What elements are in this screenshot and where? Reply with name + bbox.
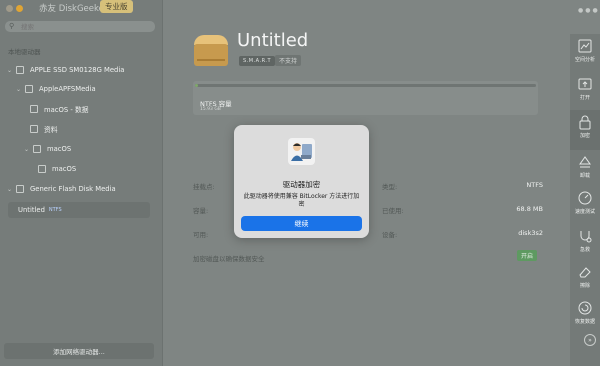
smart-status-badge: 不支持 (275, 55, 302, 66)
disk-icon (16, 185, 24, 193)
used-value: 68.8 MB (516, 205, 543, 213)
speed-test-icon (578, 191, 592, 205)
tool-first-aid[interactable]: 急救 (570, 224, 600, 264)
disk-icon (16, 66, 24, 74)
tool-label: 速度测试 (574, 209, 595, 215)
usage-card: NTFS 容量 15.93 GB (193, 81, 538, 115)
sidebar-item-apple-ssd[interactable]: ⌄ APPLE SSD SM0128G Media (7, 63, 124, 77)
type-value: NTFS (526, 181, 543, 189)
device-label: 设备: (382, 231, 398, 239)
drive-icon (194, 35, 228, 69)
sidebar-item-ziliao[interactable]: 资料 (30, 122, 58, 136)
first-aid-icon (580, 231, 592, 243)
recover-data-icon (578, 301, 592, 315)
volume-icon (30, 105, 38, 113)
space-analysis-icon (578, 39, 592, 53)
right-toolbar: 空间分析 打开 加密 卸载 速度测试 急救 擦除 恢复数据 (570, 34, 600, 366)
sidebar: 赤友 DiskGeeker 专业版 ⚲ 本地驱动器 ⌄ APPLE SSD SM… (0, 0, 163, 366)
tool-eject[interactable]: 卸载 (570, 150, 600, 190)
sidebar-item-label: Generic Flash Disk Media (30, 185, 116, 193)
sidebar-item-generic-flash[interactable]: ⌄ Generic Flash Disk Media (7, 182, 116, 196)
chevron-down-icon[interactable]: ⌄ (7, 67, 13, 74)
volume-icon (38, 165, 46, 173)
volume-icon (33, 145, 41, 153)
erase-icon (579, 267, 591, 278)
open-icon (578, 78, 592, 90)
sidebar-item-label: AppleAPFSMedia (39, 85, 96, 93)
tool-space-analysis[interactable]: 空间分析 (570, 34, 600, 74)
sidebar-item-label: Untitled (18, 206, 45, 214)
tool-speed-test[interactable]: 速度测试 (570, 186, 600, 226)
continue-button[interactable]: 继续 (241, 216, 362, 231)
usage-size: 15.93 GB (200, 107, 221, 112)
encrypt-dialog: 驱动器加密 此驱动器将使用兼容 BitLocker 方法进行加密 继续 (234, 125, 369, 238)
tool-label: 急救 (579, 247, 590, 253)
search-icon: ⚲ (9, 22, 15, 30)
sidebar-item-untitled[interactable]: Untitled NTFS (18, 203, 62, 217)
window-close-button[interactable] (6, 5, 13, 12)
tool-recover-data[interactable]: 恢复数据 (570, 296, 600, 336)
tool-label: 恢复数据 (574, 319, 595, 325)
tool-label: 打开 (579, 95, 590, 101)
expand-toolbar-button[interactable]: » (584, 334, 596, 346)
disk-icon (25, 85, 33, 93)
sidebar-item-label: macOS - 数据 (44, 106, 89, 114)
tool-label: 擦除 (579, 283, 590, 289)
tool-open[interactable]: 打开 (570, 72, 600, 112)
sidebar-item-label: 资料 (44, 126, 58, 134)
sidebar-item-label: macOS (47, 145, 72, 153)
sidebar-item-label: macOS (52, 165, 77, 173)
dialog-title: 驱动器加密 (282, 180, 321, 189)
volume-title: Untitled (237, 30, 309, 51)
smart-badge: S.M.A.R.T (239, 56, 276, 66)
pro-badge[interactable]: 专业版 (100, 0, 133, 13)
sidebar-item-label: APPLE SSD SM0128G Media (30, 66, 125, 74)
capacity-label: 容量: (193, 207, 209, 215)
app-window: 赤友 DiskGeeker 专业版 ⚲ 本地驱动器 ⌄ APPLE SSD SM… (0, 0, 600, 366)
window-minimize-button[interactable] (16, 5, 23, 12)
window-controls-dots[interactable]: ●●● (578, 7, 600, 14)
chevron-down-icon[interactable]: ⌄ (24, 146, 30, 153)
lock-icon (579, 115, 591, 130)
dialog-message: 此驱动器将使用兼容 BitLocker 方法进行加密 (243, 193, 360, 209)
eject-icon (579, 156, 591, 168)
search-box[interactable]: ⚲ (5, 21, 155, 32)
available-label: 可用: (193, 231, 209, 239)
tool-encrypt[interactable]: 加密 (570, 110, 600, 150)
used-label: 已使用: (382, 207, 404, 215)
chevron-down-icon[interactable]: ⌄ (7, 186, 13, 193)
sidebar-item-apfs-media[interactable]: ⌄ AppleAPFSMedia (16, 82, 96, 96)
dialog-illustration-icon (288, 138, 315, 165)
app-title: 赤友 DiskGeeker (39, 4, 108, 14)
encrypt-label: 加密磁盘以确保数据安全 (193, 255, 265, 263)
search-input[interactable] (21, 21, 151, 32)
usage-bar (195, 84, 536, 87)
tool-label: 加密 (579, 133, 590, 139)
type-label: 类型: (382, 183, 398, 191)
device-value: disk3s2 (518, 229, 543, 237)
chevron-down-icon[interactable]: ⌄ (16, 86, 22, 93)
tool-label: 卸载 (579, 173, 590, 179)
encrypt-toggle[interactable]: 开启 (517, 250, 537, 261)
usage-bar-fill (195, 84, 199, 87)
mount-label: 挂载点: (193, 183, 215, 191)
sidebar-item-macos-data[interactable]: macOS - 数据 (30, 102, 89, 116)
section-label-local-drives: 本地驱动器 (8, 48, 41, 56)
ntfs-tag: NTFS (48, 207, 62, 213)
volume-icon (30, 125, 38, 133)
sidebar-item-macos[interactable]: ⌄ macOS (24, 142, 71, 156)
tool-erase[interactable]: 擦除 (570, 260, 600, 300)
sidebar-item-macos-snapshot[interactable]: macOS (38, 162, 76, 176)
tool-label: 空间分析 (574, 57, 595, 63)
add-network-drive-button[interactable]: 添加网络驱动器... (4, 343, 154, 359)
